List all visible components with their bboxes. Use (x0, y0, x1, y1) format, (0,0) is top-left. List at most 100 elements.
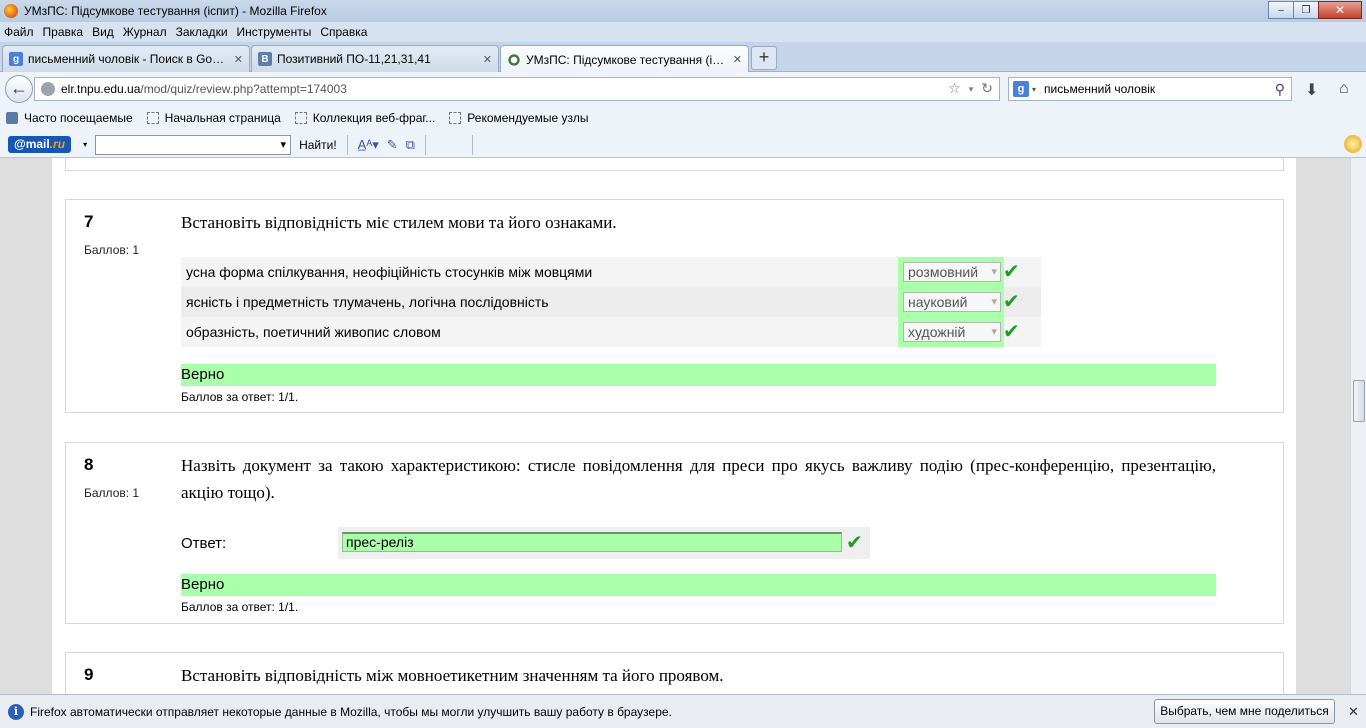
bookmark-label: Рекомендуемые узлы (467, 111, 589, 125)
bookmarks-toolbar: Часто посещаемые Начальная страница Колл… (0, 104, 1366, 132)
settings-gear-icon[interactable] (1344, 135, 1362, 153)
bookmark-web-slice-gallery[interactable]: Коллекция веб-фраг... (294, 111, 436, 125)
moodle-favicon-icon (507, 52, 521, 67)
vertical-scrollbar[interactable] (1350, 158, 1366, 694)
answer-input[interactable]: прес-реліз (342, 532, 842, 552)
url-bar[interactable]: elr.tnpu.edu.ua/mod/quiz/review.php?atte… (34, 77, 1000, 101)
matching-answer-select[interactable]: художній (903, 322, 1001, 342)
mailru-search-select[interactable] (95, 134, 292, 155)
url-domain: elr.tnpu.edu.ua (61, 82, 141, 96)
bookmark-label: Коллекция веб-фраг... (312, 111, 436, 125)
outcome-feedback: Верно (181, 574, 1216, 596)
question-7: 7 Баллов: 1 Встановіть відповідність міє… (65, 199, 1284, 413)
choose-what-to-share-button[interactable]: Выбрать, чем мне поделиться (1154, 699, 1335, 724)
notification-text: Firefox автоматически отправляет некотор… (30, 704, 672, 719)
search-input[interactable]: письменний чоловік (1044, 82, 1155, 96)
maximize-button[interactable]: ❐ (1293, 1, 1319, 19)
question-text: Встановіть відповідність між мовноетикет… (181, 666, 724, 685)
question-8: 8 Баллов: 1 Назвіть документ за такою ха… (65, 442, 1284, 624)
home-icon[interactable]: ⌂ (1339, 80, 1349, 98)
close-notification-icon[interactable]: ✕ (1348, 704, 1359, 720)
bookmark-suggested-sites[interactable]: Рекомендуемые узлы (449, 111, 588, 125)
menu-history[interactable]: Журнал (123, 25, 167, 39)
menu-file[interactable]: Файл (4, 25, 34, 39)
tab-google-search[interactable]: g письменний чоловік - Поиск в Goo... ✕ (2, 45, 250, 72)
menu-bar: Файл Правка Вид Журнал Закладки Инструме… (0, 22, 1366, 42)
search-bar[interactable]: g ▾ письменний чоловік ⚲ (1008, 77, 1292, 101)
toolbar-divider (424, 134, 426, 155)
mailru-find-button[interactable]: Найти! (299, 138, 337, 152)
google-favicon-icon: g (9, 52, 23, 66)
zoom-page-icon[interactable]: ⧉ (406, 137, 415, 153)
matching-answer-cell: науковий (898, 287, 1004, 317)
matching-answer-select[interactable]: науковий (903, 292, 1001, 312)
tab-close-icon[interactable]: ✕ (733, 53, 742, 66)
menu-edit[interactable]: Правка (43, 25, 84, 39)
tab-title: Позитивний ПО-11,21,31,41 (277, 52, 431, 66)
tab-close-icon[interactable]: ✕ (483, 53, 492, 66)
matching-row: усна форма спілкування, неофіційність ст… (181, 257, 1041, 287)
new-tab-button[interactable]: + (751, 46, 777, 70)
url-path: /mod/quiz/review.php?attempt=174003 (140, 82, 347, 96)
bookmark-label: Часто посещаемые (24, 111, 133, 125)
quiz-review-content: 7 Баллов: 1 Встановіть відповідність міє… (52, 158, 1296, 694)
minimize-button[interactable]: – (1268, 1, 1294, 19)
reload-icon[interactable]: ↻ (981, 80, 993, 98)
tab-pozytyvnyi[interactable]: B Позитивний ПО-11,21,31,41 ✕ (251, 45, 499, 72)
question-9: 9 Встановіть відповідність між мовноетик… (65, 652, 1284, 694)
window-title: УМзПС: Підсумкове тестування (іспит) - M… (24, 4, 327, 18)
question-mark: Баллов за ответ: 1/1. (181, 390, 299, 404)
search-engine-icon[interactable]: g (1013, 81, 1029, 97)
previous-question-box (65, 158, 1284, 171)
page-viewport: 7 Баллов: 1 Встановіть відповідність міє… (0, 158, 1350, 694)
mailru-logo-prefix: @mail (14, 137, 50, 151)
bookmark-label: Начальная страница (164, 111, 281, 125)
mailru-logo-suffix: .ru (49, 137, 66, 151)
answer-label: Ответ: (181, 535, 227, 552)
scrollbar-thumb[interactable] (1353, 380, 1365, 422)
outcome-feedback: Верно (181, 364, 1216, 386)
matching-table: усна форма спілкування, неофіційність ст… (181, 257, 1041, 347)
question-grade: Баллов: 1 (84, 243, 140, 257)
question-grade: Баллов: 1 (84, 486, 140, 500)
bookmark-start-page[interactable]: Начальная страница (146, 111, 281, 125)
matching-answer-select[interactable]: розмовний (903, 262, 1001, 282)
tab-close-icon[interactable]: ✕ (234, 53, 243, 66)
question-number: 8 (84, 455, 94, 474)
search-icon[interactable]: ⚲ (1275, 81, 1285, 98)
tab-quiz-review[interactable]: УМзПС: Підсумкове тестування (ісп... ✕ (500, 45, 749, 73)
close-window-button[interactable]: ✕ (1318, 1, 1362, 19)
matching-row: образність, поетичний живопис словом худ… (181, 317, 1041, 347)
notification-bar: i Firefox автоматически отправляет некот… (0, 694, 1366, 728)
info-icon: i (8, 703, 24, 720)
most-visited-icon (6, 112, 18, 124)
firefox-logo-icon (4, 4, 18, 18)
correct-check-icon: ✔ (1003, 261, 1020, 283)
window-controls: – ❐ ✕ (1268, 1, 1362, 19)
question-number: 9 (84, 665, 94, 684)
menu-view[interactable]: Вид (92, 25, 114, 39)
answer-field-wrapper: прес-реліз ✔ (338, 527, 870, 559)
bookmark-most-visited[interactable]: Часто посещаемые (6, 111, 133, 125)
question-text: Встановіть відповідність міє стилем мови… (181, 213, 617, 232)
tab-bar: g письменний чоловік - Поиск в Goo... ✕ … (0, 42, 1366, 73)
bookmark-star-icon[interactable]: ☆ (948, 80, 961, 98)
page-icon (449, 112, 462, 124)
matching-answer-cell: розмовний (898, 257, 1004, 287)
url-text: elr.tnpu.edu.ua/mod/quiz/review.php?atte… (61, 82, 347, 96)
mailru-logo[interactable]: @mail.ru (8, 136, 72, 153)
search-engine-dropdown-icon[interactable]: ▾ (1032, 85, 1036, 94)
download-icon[interactable]: ⬇ (1305, 80, 1318, 100)
menu-bookmarks[interactable]: Закладки (176, 25, 228, 39)
font-size-icon[interactable]: A̲ᴬ▾ (358, 137, 379, 153)
question-mark: Баллов за ответ: 1/1. (181, 600, 299, 614)
dropdown-arrow-icon[interactable]: ▾ (969, 80, 974, 98)
back-button[interactable]: ← (5, 75, 33, 103)
mailru-menu-arrow-icon[interactable]: ▾ (83, 140, 87, 149)
menu-help[interactable]: Справка (320, 25, 367, 39)
page-icon (146, 112, 159, 124)
highlighter-icon[interactable]: ✎ (387, 137, 398, 153)
question-text: Назвіть документ за такою характеристико… (181, 456, 1216, 502)
menu-tools[interactable]: Инструменты (237, 25, 312, 39)
mailru-toolbar: @mail.ru ▾ Найти! A̲ᴬ▾ ✎ ⧉ (0, 132, 1366, 158)
